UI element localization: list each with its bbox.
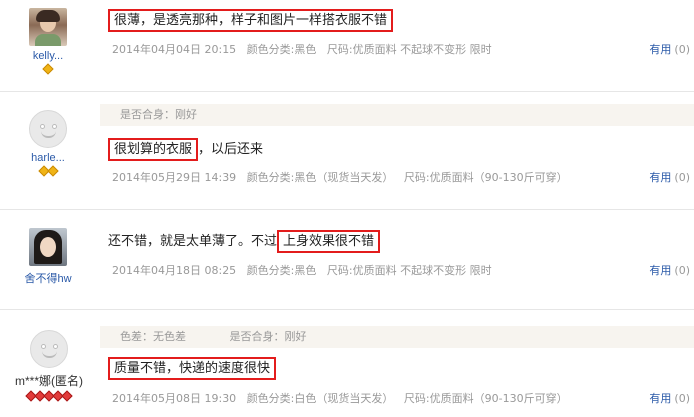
highlighted-text: 上身效果很不错 [277, 230, 381, 253]
username[interactable]: 舍不得hw [14, 270, 82, 286]
fit-tag: 是否合身：刚好 [120, 108, 197, 121]
useful-vote: 有用 (0) [649, 41, 690, 57]
useful-vote: 有用 (0) [649, 262, 690, 278]
smiley-face-placeholder-icon[interactable] [30, 330, 68, 368]
username[interactable]: kelly... [14, 50, 82, 62]
review-date: 2014年04月04日 20:15 [112, 43, 237, 56]
useful-vote: 有用 (0) [649, 390, 690, 406]
smiley-face-placeholder-icon[interactable] [29, 110, 67, 148]
useful-button[interactable]: 有用 [649, 392, 671, 405]
review-item: 舍不得hw 还不错，就是太单薄了。不过 上身效果很不错 2014年04月18日 0… [0, 210, 694, 310]
review-date: 2014年05月29日 14:39 [112, 171, 237, 184]
reviewer: harle... [14, 110, 82, 177]
useful-count: (0) [674, 43, 690, 56]
heart-icon [61, 390, 73, 402]
avatar[interactable] [29, 228, 67, 266]
fit-tag: 是否合身：刚好 [229, 330, 307, 343]
useful-vote: 有用 (0) [649, 169, 690, 185]
review-date: 2014年05月08日 19:30 [112, 392, 237, 405]
color-option: 颜色分类:黑色（现货当天发） [246, 171, 394, 184]
reviewer: 舍不得hw [14, 228, 82, 286]
diamond-icon [46, 165, 59, 177]
review-text: 很薄，是透亮那种，样子和图片一样搭衣服不错 [108, 9, 394, 32]
diamond-icon [42, 63, 54, 75]
review-text: 质量不错，快递的速度很快 [108, 357, 277, 380]
reviewer: m***娜(匿名) [4, 330, 94, 402]
useful-button[interactable]: 有用 [649, 43, 671, 56]
size-option: 尺码:优质面料 不起球不变形 限时 [326, 43, 492, 56]
review-text: 还不错，就是太单薄了。不过 上身效果很不错 [108, 230, 381, 253]
useful-count: (0) [674, 392, 690, 405]
review-meta: 2014年05月29日 14:39 颜色分类:黑色（现货当天发） 尺码:优质面料… [112, 169, 575, 185]
size-option: 尺码:优质面料 不起球不变形 限时 [326, 264, 492, 277]
avatar[interactable] [29, 8, 67, 46]
highlighted-text: 质量不错，快递的速度很快 [108, 357, 277, 380]
review-tags: 是否合身：刚好 [100, 104, 694, 126]
review-item: 色差：无色差 是否合身：刚好 m***娜(匿名) 质量不错，快递的速度很快 20… [0, 310, 694, 417]
useful-count: (0) [674, 171, 690, 184]
buyer-level-badges [14, 63, 82, 75]
review-item: 是否合身：刚好 harle... 很划算的衣服 ，以后还来 2014年05月29日… [0, 92, 694, 210]
buyer-level-badges [4, 390, 94, 402]
color-diff-tag: 色差：无色差 [120, 330, 186, 343]
color-option: 颜色分类:白色（现货当天发） [246, 392, 394, 405]
username[interactable]: harle... [14, 152, 82, 164]
review-date: 2014年04月18日 08:25 [112, 264, 237, 277]
useful-count: (0) [674, 264, 690, 277]
buyer-level-badges [14, 165, 82, 177]
useful-button[interactable]: 有用 [649, 264, 671, 277]
review-text: 很划算的衣服 ，以后还来 [108, 138, 264, 161]
color-option: 颜色分类:黑色 [246, 43, 317, 56]
size-option: 尺码:优质面料（90-130斤可穿） [403, 171, 568, 184]
review-meta: 2014年04月04日 20:15 颜色分类:黑色 尺码:优质面料 不起球不变形… [112, 41, 499, 57]
highlighted-text: 很薄，是透亮那种，样子和图片一样搭衣服不错 [108, 9, 394, 32]
review-text-start: 还不错，就是太单薄了。不过 [108, 234, 278, 249]
reviewer: kelly... [14, 8, 82, 75]
review-meta: 2014年05月08日 19:30 颜色分类:白色（现货当天发） 尺码:优质面料… [112, 390, 575, 406]
review-meta: 2014年04月18日 08:25 颜色分类:黑色 尺码:优质面料 不起球不变形… [112, 262, 499, 278]
color-option: 颜色分类:黑色 [246, 264, 317, 277]
review-item: kelly... 很薄，是透亮那种，样子和图片一样搭衣服不错 2014年04月0… [0, 0, 694, 92]
username: m***娜(匿名) [15, 374, 83, 388]
review-text-rest: ，以后还来 [198, 142, 264, 157]
useful-button[interactable]: 有用 [649, 171, 671, 184]
review-tags: 色差：无色差 是否合身：刚好 [100, 326, 694, 348]
highlighted-text: 很划算的衣服 [108, 138, 199, 161]
size-option: 尺码:优质面料（90-130斤可穿） [403, 392, 568, 405]
